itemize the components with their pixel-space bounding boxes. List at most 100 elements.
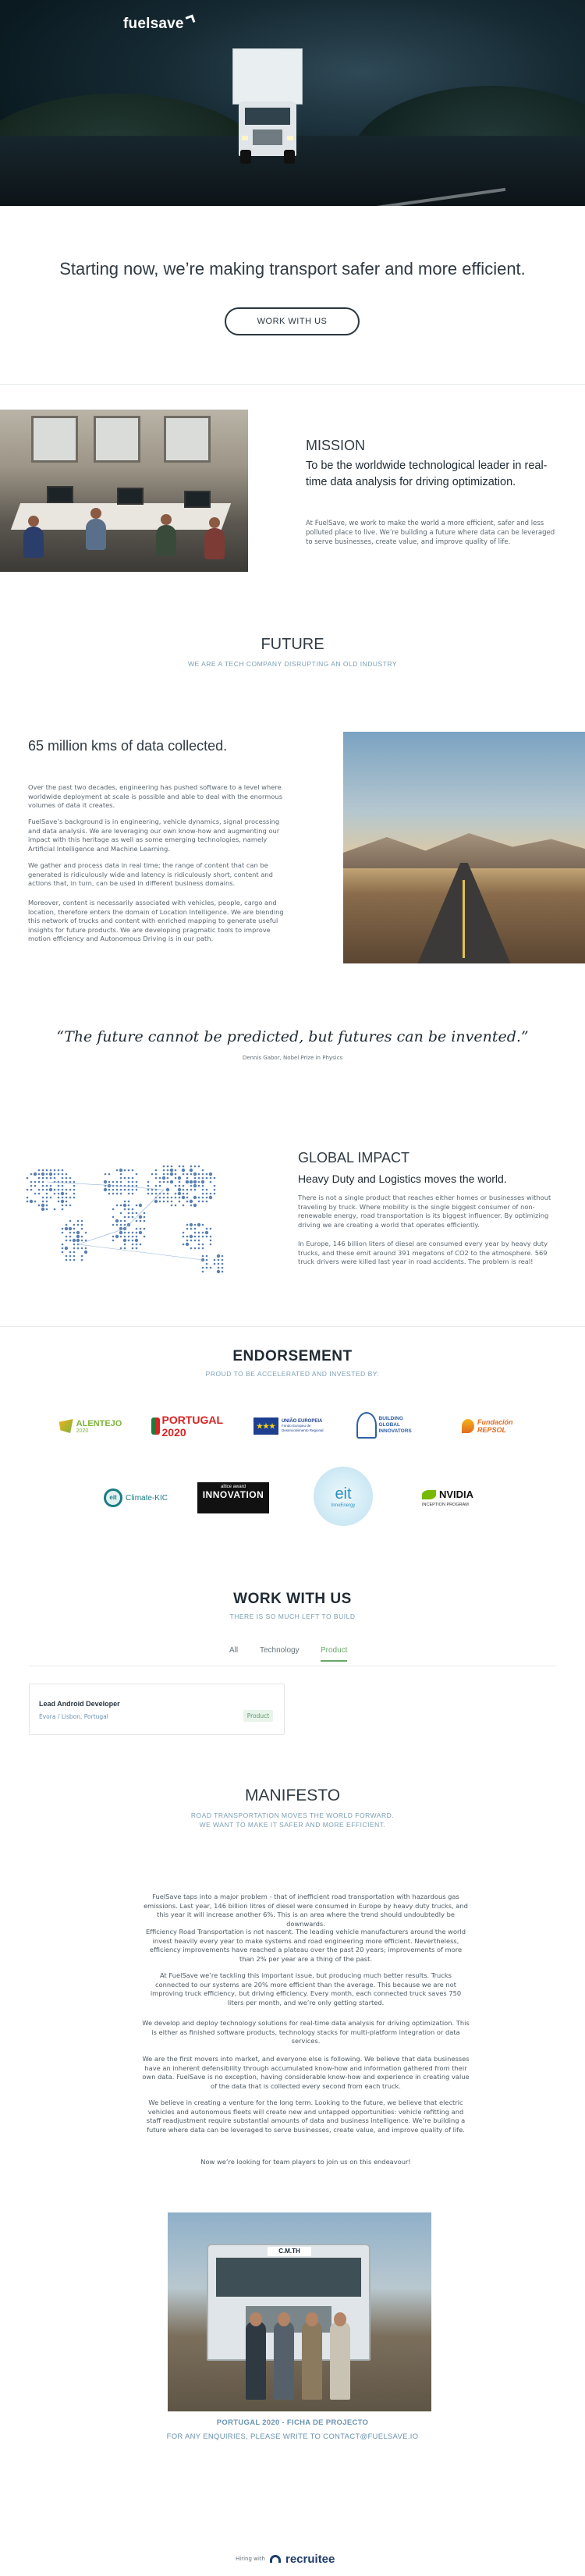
map-dot <box>34 1192 37 1195</box>
map-dot <box>127 1235 130 1238</box>
map-dot <box>138 1230 143 1235</box>
map-dot <box>201 1270 204 1273</box>
partner-logo-nvidia[interactable]: NVIDIA INCEPTION PROGRAM <box>409 1479 487 1517</box>
map-dot <box>41 1203 45 1208</box>
map-dot <box>123 1235 126 1238</box>
alentejo-icon <box>58 1419 73 1433</box>
partner-logo-alentejo[interactable]: ALENTEJO 2020 <box>55 1407 126 1445</box>
map-dot <box>80 1219 83 1222</box>
map-dot <box>73 1247 76 1250</box>
map-dot <box>197 1173 200 1176</box>
map-dot <box>197 1247 200 1250</box>
map-dot <box>65 1254 68 1258</box>
map-dot <box>119 1184 122 1187</box>
partner-logo-climate-kic[interactable]: eit Climate-KIC <box>100 1479 172 1517</box>
map-dot <box>209 1176 212 1180</box>
partner-logo-eit-innoenergy[interactable]: eit InnoEnergy <box>307 1467 379 1526</box>
map-dot <box>185 1242 190 1247</box>
map-dot <box>213 1192 216 1195</box>
map-dot <box>65 1196 68 1199</box>
project-sheet-link[interactable]: PORTUGAL 2020 - FICHA DE PROJECTO <box>0 2418 585 2427</box>
brand-logo-text: fuelsave <box>123 16 184 32</box>
map-dot <box>131 1235 134 1238</box>
partner-logo-portugal-2020[interactable]: PORTUGAL 2020 <box>151 1407 225 1445</box>
map-dot <box>112 1188 115 1191</box>
map-dot <box>26 1200 29 1203</box>
map-dot <box>119 1188 122 1191</box>
map-dot <box>174 1173 177 1176</box>
partner-logo-altice-innovation[interactable]: altice award INNOVATION <box>197 1479 269 1517</box>
manifesto-paragraph: Now we’re looking for team players to jo… <box>200 2158 411 2166</box>
job-listing-card[interactable] <box>29 1684 285 1735</box>
map-dot <box>208 1195 213 1200</box>
tab-all[interactable]: All <box>229 1646 238 1655</box>
partner-logo-repsol[interactable]: Fundación REPSOL <box>456 1407 527 1445</box>
map-dot <box>197 1196 200 1199</box>
map-dot <box>205 1266 208 1269</box>
map-dot <box>64 1246 69 1251</box>
map-dot <box>57 1169 60 1172</box>
map-dot <box>30 1173 33 1176</box>
map-dot <box>57 1192 60 1195</box>
tab-technology[interactable]: Technology <box>260 1646 300 1655</box>
map-dot <box>45 1196 48 1199</box>
map-dot <box>158 1176 161 1180</box>
map-dot <box>221 1270 224 1273</box>
map-dot <box>131 1212 134 1215</box>
map-dot <box>73 1223 76 1226</box>
truck-plate-text: C.M.TH <box>268 2247 311 2256</box>
work-with-us-button[interactable]: WORK WITH US <box>225 307 360 335</box>
map-dot <box>76 1247 80 1250</box>
map-dot <box>197 1239 200 1242</box>
map-dot <box>49 1184 52 1187</box>
map-dot <box>131 1180 134 1183</box>
map-dot <box>34 1184 37 1187</box>
map-dot <box>76 1230 80 1235</box>
map-dot <box>34 1180 37 1183</box>
map-dot <box>169 1172 174 1176</box>
tab-product[interactable]: Product <box>321 1646 348 1662</box>
map-dot <box>127 1180 130 1183</box>
map-dot <box>119 1168 123 1173</box>
map-dot <box>181 1168 186 1173</box>
brand-logo[interactable]: fuelsave <box>123 14 196 33</box>
map-dot <box>139 1219 142 1222</box>
map-dot <box>158 1184 161 1187</box>
map-dot <box>162 1169 165 1172</box>
map-dot <box>135 1180 138 1183</box>
map-dot <box>205 1254 208 1258</box>
map-dot <box>119 1173 122 1176</box>
map-dot <box>112 1239 115 1242</box>
map-dot <box>41 1176 44 1180</box>
map-dot <box>193 1195 197 1200</box>
map-dot <box>186 1173 189 1176</box>
map-dot <box>108 1173 111 1176</box>
portugal-2020-icon <box>151 1418 160 1435</box>
partner-logo-bgi[interactable]: BUILDING GLOBAL INNOVATORS <box>353 1403 424 1448</box>
map-dot <box>162 1173 165 1176</box>
map-dot <box>69 1258 72 1261</box>
map-dot <box>135 1204 138 1207</box>
job-title[interactable]: Lead Android Developer <box>39 1700 120 1708</box>
hiring-with-label: Hiring with <box>236 2556 265 2562</box>
partner-logo-eu[interactable]: ★★★ UNIÃO EUROPEIA Fundo Europeu de Dese… <box>253 1407 324 1445</box>
map-dot <box>131 1239 134 1242</box>
contact-email-link[interactable]: FOR ANY ENQUIRIES, PLEASE WRITE TO CONTA… <box>0 2432 585 2441</box>
map-dot <box>26 1176 29 1180</box>
partner-sub: Fundo Europeu de Desenvolvimento Regiona… <box>282 1424 324 1432</box>
map-dot <box>65 1176 68 1180</box>
map-dot <box>190 1173 193 1176</box>
map-dot <box>122 1203 127 1208</box>
map-dot <box>131 1208 134 1211</box>
map-dot <box>154 1176 158 1180</box>
map-dot <box>151 1173 154 1176</box>
map-dot <box>123 1219 126 1222</box>
map-dot <box>135 1212 138 1215</box>
footer-hiring-with[interactable]: Hiring with recruitee <box>236 2551 360 2567</box>
map-dot <box>119 1176 122 1180</box>
map-dot <box>201 1196 204 1199</box>
map-dot <box>221 1266 224 1269</box>
partner-name: PORTUGAL 2020 <box>161 1414 223 1439</box>
map-dot <box>178 1165 181 1168</box>
map-dot <box>178 1180 181 1183</box>
